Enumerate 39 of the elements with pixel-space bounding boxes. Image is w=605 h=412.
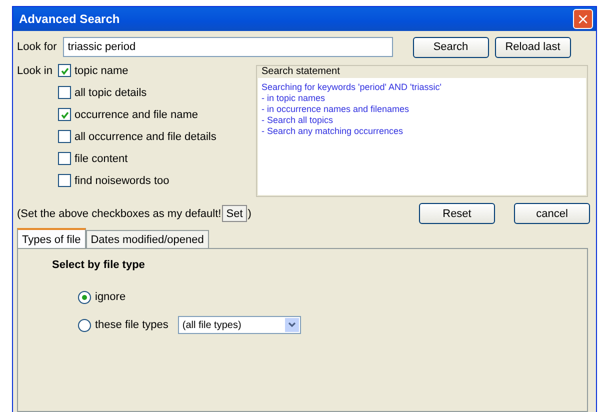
checkbox-label: topic name xyxy=(74,64,128,76)
close-button[interactable]: × xyxy=(573,9,593,29)
radio-label: these file types xyxy=(95,319,168,331)
checkbox-label: occurrence and file name xyxy=(74,108,198,120)
statement-line: Searching for keywords 'period' AND 'triassic' xyxy=(261,82,442,93)
radio-button[interactable] xyxy=(78,318,91,332)
radio-label: ignore xyxy=(95,291,126,303)
default-note-end: ) xyxy=(248,208,252,220)
dialog-button[interactable]: Reload last xyxy=(494,36,571,58)
dialog-button[interactable]: Reset xyxy=(419,203,495,224)
checkbox-label: all occurrence and file details xyxy=(74,130,216,142)
chevron-down-icon xyxy=(285,318,300,332)
checkbox[interactable] xyxy=(58,174,72,187)
checkbox[interactable] xyxy=(58,86,72,99)
radio-button[interactable] xyxy=(78,290,91,304)
tab[interactable]: Types of file xyxy=(17,228,86,249)
set-button[interactable]: Set xyxy=(222,205,247,222)
statement-line: - in occurrence names and filenames xyxy=(261,104,410,115)
tab[interactable]: Dates modified/opened xyxy=(86,230,209,249)
statement-line: - Search any matching occurrences xyxy=(261,126,404,137)
dialog-button[interactable]: cancel xyxy=(514,203,590,224)
checkbox[interactable] xyxy=(58,108,72,121)
window-title: Advanced Search xyxy=(19,12,120,26)
panel-title: Search statement xyxy=(260,66,341,77)
checkbox[interactable] xyxy=(58,152,72,165)
look-in-label: Look in xyxy=(17,64,52,77)
look-for-label: Look for xyxy=(17,41,57,53)
checkbox-label: all topic details xyxy=(74,86,147,98)
file-type-dropdown[interactable]: (all file types) xyxy=(178,316,302,334)
statement-line: - in topic names xyxy=(261,93,326,104)
dialog-button[interactable]: Search xyxy=(412,36,489,58)
section-heading: Select by file type xyxy=(52,259,146,271)
checkbox-label: find noisewords too xyxy=(74,174,170,186)
checkbox[interactable] xyxy=(58,64,72,77)
search-field[interactable]: triassic period xyxy=(62,37,393,57)
statement-line: - Search all topics xyxy=(261,115,334,126)
default-note: (Set the above checkboxes as my default! xyxy=(17,208,222,220)
checkbox[interactable] xyxy=(58,130,72,143)
checkbox-label: file content xyxy=(74,152,128,164)
